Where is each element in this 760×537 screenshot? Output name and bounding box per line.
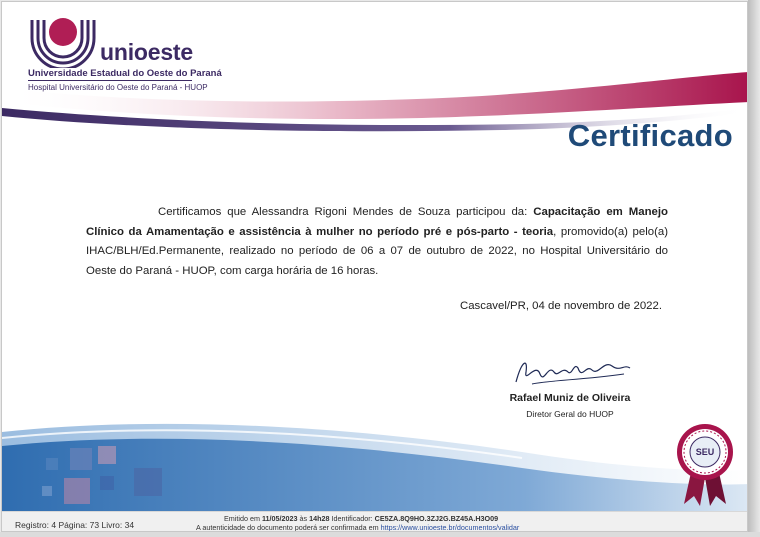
validation-link[interactable]: https://www.unioeste.br/documentos/valid…: [381, 523, 520, 531]
authenticity-prefix: A autenticidade do documento poderá ser …: [196, 523, 381, 532]
identifier-label: Identificador:: [329, 514, 375, 523]
certificate-page: unioeste Universidade Estadual do Oeste …: [1, 1, 748, 532]
signatory-name: Rafael Muniz de Oliveira: [509, 392, 631, 404]
decorative-squares: [42, 446, 162, 504]
authenticity-info: A autenticidade do documento poderá ser …: [196, 523, 520, 532]
body-intro: Certificamos que Alessandra Rigoni Mende…: [158, 206, 534, 218]
unioeste-logo-icon: [30, 18, 96, 68]
viewer-edge: [748, 0, 760, 537]
document-footer: Registro: 4 Página: 73 Livro: 34 Emitido…: [2, 511, 747, 532]
certificate-body: Certificamos que Alessandra Rigoni Mende…: [86, 203, 668, 281]
seal-label: SEU: [696, 447, 715, 457]
logo-wordmark: unioeste: [100, 39, 193, 65]
issue-date: Cascavel/PR, 04 de novembro de 2022.: [460, 300, 662, 312]
issue-mid: às: [297, 514, 310, 523]
signature-image: [515, 362, 631, 385]
certificate-title: Certificado: [567, 118, 733, 153]
issue-time-value: 14h28: [309, 514, 330, 523]
issue-date-value: 11/05/2023: [261, 514, 298, 523]
issue-info: Emitido em 11/05/2023 às 14h28 Identific…: [224, 514, 498, 523]
registry-info: Registro: 4 Página: 73 Livro: 34: [15, 520, 135, 530]
identifier-value: CE5ZA.8Q9HO.3ZJ2G.BZ45A.H3O09: [374, 514, 499, 523]
official-seal-icon: SEU: [677, 424, 733, 506]
viewer-bottom-edge: [0, 532, 760, 537]
issue-prefix: Emitido em: [224, 514, 262, 523]
